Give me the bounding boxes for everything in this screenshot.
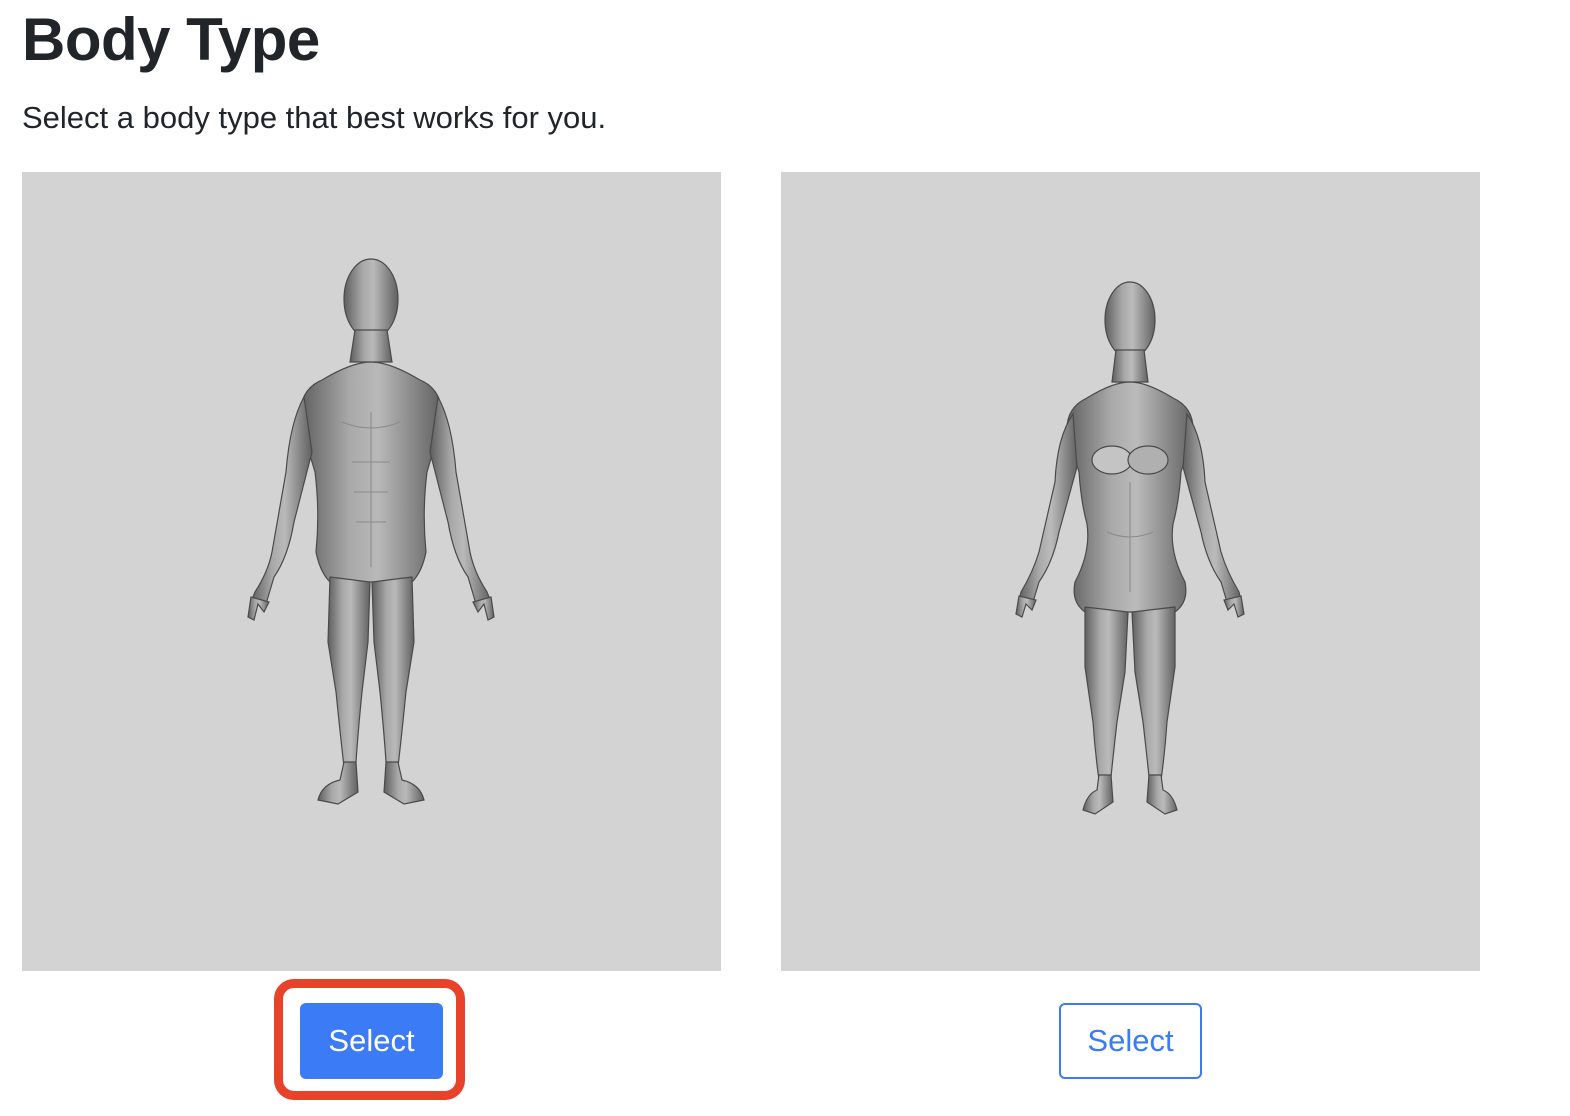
- page-subtitle: Select a body type that best works for y…: [22, 100, 607, 135]
- select-button-male[interactable]: Select: [300, 1003, 443, 1079]
- body-type-image-female: [781, 172, 1480, 971]
- body-type-image-male: [22, 172, 721, 971]
- female-figure-icon: [1015, 281, 1245, 815]
- page-title: Body Type: [22, 6, 320, 73]
- select-button-female[interactable]: Select: [1059, 1003, 1202, 1079]
- male-figure-icon: [247, 258, 495, 805]
